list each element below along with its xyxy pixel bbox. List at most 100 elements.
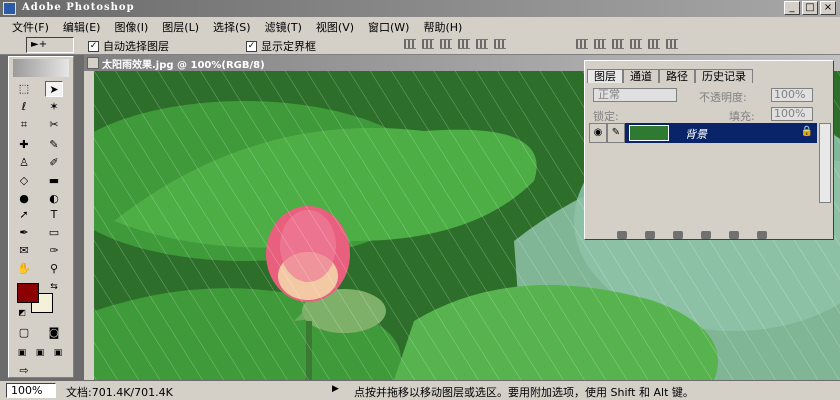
- layer-mask-icon[interactable]: [645, 231, 655, 239]
- menu-help[interactable]: 帮助(H): [419, 17, 472, 35]
- gradient-tool-icon[interactable]: ▬: [45, 173, 63, 189]
- options-bar: ►+ ✓ 自动选择图层 ✓ 显示定界框: [0, 35, 840, 55]
- distribute-left-icon[interactable]: [630, 39, 642, 49]
- layer-name: 背景: [685, 128, 707, 141]
- window-controls: _ □ ×: [784, 1, 836, 15]
- align-hcenter-icon[interactable]: [476, 39, 488, 49]
- menu-filter[interactable]: 滤镜(T): [261, 17, 312, 35]
- distribute-bottom-icon[interactable]: [612, 39, 624, 49]
- new-set-icon[interactable]: [673, 231, 683, 239]
- eraser-tool-icon[interactable]: ◇: [15, 173, 33, 189]
- layers-scrollbar[interactable]: [819, 123, 831, 203]
- status-menu-arrow-icon[interactable]: ▶: [332, 384, 339, 394]
- clone-stamp-icon[interactable]: ♙: [15, 155, 33, 171]
- marquee-tool-icon[interactable]: ⬚: [15, 81, 33, 97]
- window-titlebar: Adobe Photoshop _ □ ×: [0, 0, 840, 17]
- brush-tool-icon[interactable]: ✎: [45, 137, 63, 153]
- align-vcenter-icon[interactable]: [422, 39, 434, 49]
- menu-bar: 文件(F) 编辑(E) 图像(I) 图层(L) 选择(S) 滤镜(T) 视图(V…: [0, 17, 840, 35]
- auto-select-label: 自动选择图层: [103, 40, 169, 53]
- new-layer-icon[interactable]: [729, 231, 739, 239]
- auto-select-layer-checkbox[interactable]: ✓ 自动选择图层: [88, 38, 169, 54]
- swap-colors-icon[interactable]: ⇆: [45, 279, 63, 295]
- hand-tool-icon[interactable]: ✋: [15, 261, 33, 277]
- distribute-hcenter-icon[interactable]: [648, 39, 660, 49]
- trash-icon[interactable]: [757, 231, 767, 239]
- type-tool-icon[interactable]: T: [45, 207, 63, 223]
- align-left-icon[interactable]: [458, 39, 470, 49]
- layer-style-icon[interactable]: [617, 231, 627, 239]
- adobe-feather-logo: [13, 59, 69, 77]
- move-tool-icon[interactable]: ➤: [45, 81, 63, 97]
- path-selection-icon[interactable]: ➚: [15, 207, 33, 223]
- screen-mode-standard-icon[interactable]: ▣: [13, 345, 31, 361]
- fill-label: 填充:: [729, 110, 755, 123]
- distribute-top-icon[interactable]: [576, 39, 588, 49]
- align-right-icon[interactable]: [494, 39, 506, 49]
- status-bar: 100% 文档:701.4K/701.4K ▶ 点按并拖移以移动图层或选区。要用…: [0, 381, 840, 400]
- palette-tabs: 图层 通道 路径 历史记录: [587, 69, 753, 83]
- zoom-tool-icon[interactable]: ⚲: [45, 261, 63, 277]
- layers-footer-buttons: [587, 231, 831, 239]
- menu-window[interactable]: 窗口(W): [364, 17, 419, 35]
- foreground-color-swatch[interactable]: [17, 283, 39, 303]
- eyedropper-icon[interactable]: ✑: [45, 243, 63, 259]
- menu-view[interactable]: 视图(V): [312, 17, 364, 35]
- dodge-tool-icon[interactable]: ◐: [45, 191, 63, 207]
- shape-tool-icon[interactable]: ▭: [45, 225, 63, 241]
- tab-history[interactable]: 历史记录: [695, 69, 753, 83]
- align-top-icon[interactable]: [404, 39, 416, 49]
- toolbox: ⬚ ➤ ℓ ✶ ⌗ ✂ ✚ ✎ ♙ ✐ ◇ ▬ ● ◐ ➚ T ✒ ▭ ✉ ✑ …: [8, 56, 74, 378]
- brush-link-icon[interactable]: ✎: [607, 123, 625, 143]
- window-title: Adobe Photoshop: [22, 2, 135, 13]
- screen-mode-full-menu-icon[interactable]: ▣: [31, 345, 49, 361]
- tab-paths[interactable]: 路径: [659, 69, 695, 83]
- notes-tool-icon[interactable]: ✉: [15, 243, 33, 259]
- healing-brush-icon[interactable]: ✚: [15, 137, 33, 153]
- quick-mask-icon[interactable]: ◙: [45, 325, 63, 341]
- document-size: 文档:701.4K/701.4K: [66, 386, 173, 399]
- close-button[interactable]: ×: [820, 1, 836, 15]
- lasso-tool-icon[interactable]: ℓ: [15, 99, 33, 115]
- fill-field[interactable]: 100%: [771, 107, 813, 121]
- align-bottom-icon[interactable]: [440, 39, 452, 49]
- status-hint: 点按并拖移以移动图层或选区。要用附加选项，使用 Shift 和 Alt 键。: [354, 386, 694, 399]
- document-title: 太阳雨效果.jpg @ 100%(RGB/8): [102, 60, 265, 71]
- checkbox-mark: ✓: [88, 40, 99, 52]
- blend-mode-select[interactable]: 正常: [593, 88, 677, 102]
- crop-tool-icon[interactable]: ⌗: [15, 117, 33, 133]
- blur-tool-icon[interactable]: ●: [15, 191, 33, 207]
- jump-to-imageready-icon[interactable]: ⇨: [15, 363, 33, 379]
- zoom-field[interactable]: 100%: [6, 383, 56, 398]
- opacity-field[interactable]: 100%: [771, 88, 813, 102]
- maximize-button[interactable]: □: [802, 1, 818, 15]
- visibility-eye-icon[interactable]: ◉: [589, 123, 607, 143]
- lock-icon: 🔒: [800, 126, 813, 137]
- layer-thumbnail: [629, 125, 669, 141]
- tool-preset-picker[interactable]: ►+: [26, 37, 74, 53]
- history-brush-icon[interactable]: ✐: [45, 155, 63, 171]
- menu-select[interactable]: 选择(S): [209, 17, 261, 35]
- distribute-vcenter-icon[interactable]: [594, 39, 606, 49]
- default-colors-icon[interactable]: ◩: [13, 305, 31, 321]
- screen-mode-full-icon[interactable]: ▣: [49, 345, 67, 361]
- standard-mode-icon[interactable]: ▢: [15, 325, 33, 341]
- distribute-buttons: [576, 39, 678, 49]
- distribute-right-icon[interactable]: [666, 39, 678, 49]
- menu-image[interactable]: 图像(I): [110, 17, 158, 35]
- minimize-button[interactable]: _: [784, 1, 800, 15]
- pen-tool-icon[interactable]: ✒: [15, 225, 33, 241]
- tab-channels[interactable]: 通道: [623, 69, 659, 83]
- show-bounding-box-checkbox[interactable]: ✓ 显示定界框: [246, 38, 316, 54]
- layer-row-background[interactable]: ◉ ✎ 背景 🔒: [589, 123, 817, 143]
- checkbox-mark: ✓: [246, 40, 257, 52]
- menu-layer[interactable]: 图层(L): [158, 17, 209, 35]
- move-tool-icon: ►+: [31, 39, 48, 50]
- photoshop-app-icon: [3, 2, 16, 15]
- magic-wand-icon[interactable]: ✶: [45, 99, 63, 115]
- slice-tool-icon[interactable]: ✂: [45, 117, 63, 133]
- menu-edit[interactable]: 编辑(E): [59, 17, 111, 35]
- adjustment-layer-icon[interactable]: [701, 231, 711, 239]
- menu-file[interactable]: 文件(F): [8, 17, 59, 35]
- tab-layers[interactable]: 图层: [587, 69, 623, 83]
